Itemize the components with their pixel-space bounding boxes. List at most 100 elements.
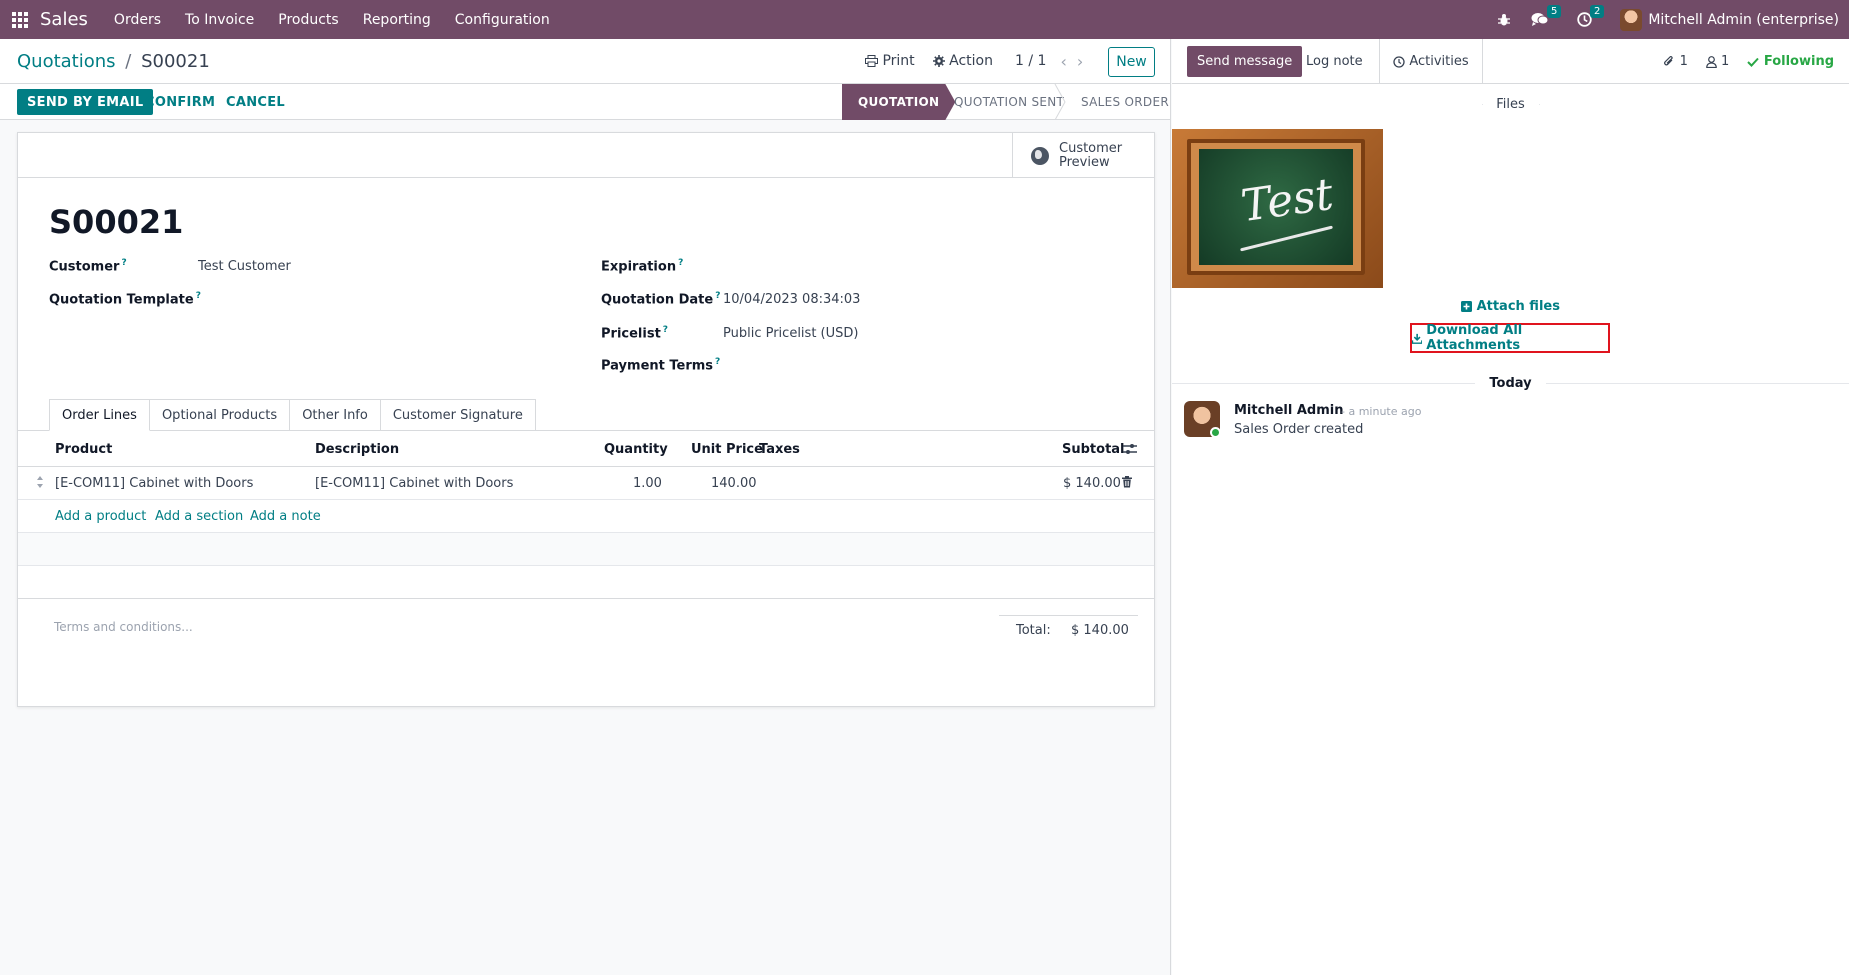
attach-files-button[interactable]: Attach files (1172, 299, 1849, 314)
expiration-field[interactable] (723, 258, 1023, 276)
terms-input[interactable]: Terms and conditions... (54, 620, 193, 634)
col-unit-price[interactable]: Unit Price (691, 442, 763, 457)
confirm-button[interactable]: CONFIRM (145, 89, 215, 115)
apps-menu-icon[interactable] (0, 0, 40, 39)
activities-button[interactable]: Activities (1379, 39, 1483, 84)
add-section-link[interactable]: Add a section (155, 509, 243, 524)
col-quantity[interactable]: Quantity (604, 442, 668, 457)
send-message-button[interactable]: Send message (1187, 46, 1303, 77)
tab-customer-signature[interactable]: Customer Signature (380, 399, 536, 431)
breadcrumb-separator: / (125, 50, 132, 72)
col-description[interactable]: Description (315, 442, 399, 457)
attachments-counter[interactable]: 1 (1663, 54, 1688, 69)
pricelist-field[interactable]: Public Pricelist (USD) (723, 326, 858, 341)
clock-icon (1393, 55, 1405, 68)
files-header: Files (1172, 94, 1849, 114)
quotation-template-field[interactable] (198, 291, 498, 309)
help-icon[interactable]: ? (678, 258, 683, 268)
chalkboard-text: Test (1237, 168, 1337, 233)
print-icon (865, 55, 878, 67)
add-product-link[interactable]: Add a product (55, 509, 146, 524)
activities-clock-icon[interactable]: 2 (1577, 5, 1605, 27)
col-taxes[interactable]: Taxes (759, 442, 800, 457)
menu-orders[interactable]: Orders (114, 12, 161, 28)
action-button[interactable]: Action (932, 53, 993, 69)
attachment-thumbnail[interactable]: Test (1172, 129, 1383, 288)
message-author[interactable]: Mitchell Admin (1234, 403, 1343, 418)
chatter-topbar: Send message Log note Activities 1 1 Fol… (1172, 39, 1849, 84)
paperclip-icon (1664, 56, 1674, 66)
button-box: Customer Preview (18, 133, 1154, 178)
breadcrumb: Quotations / S00021 (17, 51, 210, 72)
customer-preview-button[interactable]: Customer Preview (1012, 133, 1154, 178)
messages-icon[interactable]: 5 (1531, 5, 1562, 27)
online-status-icon (1210, 427, 1221, 438)
table-row[interactable]: [E-COM11] Cabinet with Doors [E-COM11] C… (18, 467, 1154, 500)
footer-divider (18, 598, 1154, 599)
col-subtotal[interactable]: Subtotal (1062, 442, 1125, 457)
pager: 1 / 1 ‹ › (1015, 52, 1083, 71)
cancel-button[interactable]: CANCEL (226, 89, 285, 115)
app-name[interactable]: Sales (40, 9, 88, 30)
help-icon[interactable]: ? (121, 258, 126, 268)
quotation-date-field[interactable]: 10/04/2023 08:34:03 (723, 292, 860, 307)
help-icon[interactable]: ? (715, 291, 720, 301)
help-icon[interactable]: ? (663, 325, 668, 335)
menu-configuration[interactable]: Configuration (455, 12, 550, 28)
followers-counter[interactable]: 1 (1706, 54, 1729, 69)
tab-order-lines[interactable]: Order Lines (49, 399, 150, 431)
activities-label: Activities (1409, 54, 1469, 69)
breadcrumb-current: S00021 (141, 50, 210, 72)
chevron-right-icon[interactable]: › (1077, 52, 1083, 71)
optional-columns-icon[interactable] (1123, 443, 1137, 455)
attachments-count: 1 (1679, 54, 1688, 69)
order-lines-header: Product Description Quantity Unit Price … (18, 432, 1154, 467)
stage-sales-order[interactable]: SALES ORDER (1081, 84, 1169, 120)
trash-icon[interactable] (1122, 476, 1132, 488)
chevron-left-icon[interactable]: ‹ (1060, 52, 1066, 71)
tab-other-info[interactable]: Other Info (290, 399, 381, 431)
new-button[interactable]: New (1108, 47, 1155, 77)
download-all-attachments-button[interactable]: Download All Attachments (1410, 323, 1610, 353)
customer-field[interactable]: Test Customer (198, 259, 291, 274)
menu-reporting[interactable]: Reporting (363, 12, 431, 28)
send-by-email-button[interactable]: SEND BY EMAIL (17, 89, 154, 115)
total-divider (999, 615, 1138, 616)
plus-square-icon (1461, 301, 1473, 312)
row-quantity[interactable]: 1.00 (633, 476, 662, 491)
stage-quotation[interactable]: QUOTATION (842, 84, 955, 120)
user-menu[interactable]: Mitchell Admin (enterprise) (1620, 8, 1839, 31)
payment-terms-field[interactable] (723, 357, 1023, 375)
quotation-date-label: Quotation Date? (601, 291, 721, 308)
row-unit-price[interactable]: 140.00 (711, 476, 757, 491)
menu-products[interactable]: Products (278, 12, 338, 28)
record-title: S00021 (49, 203, 184, 241)
stage-separator (1054, 84, 1066, 120)
form-sheet: Customer Preview S00021 Customer? Test C… (17, 132, 1155, 707)
col-product[interactable]: Product (55, 442, 112, 457)
bug-icon[interactable] (1497, 13, 1511, 27)
row-product[interactable]: [E-COM11] Cabinet with Doors (55, 476, 253, 491)
drag-handle-icon[interactable] (36, 475, 44, 489)
log-note-button[interactable]: Log note (1296, 46, 1373, 77)
empty-row (18, 533, 1154, 566)
followers-count: 1 (1721, 54, 1730, 69)
chatter-message: Mitchell Admin - a minute ago Sales Orde… (1184, 401, 1824, 451)
customer-label: Customer? (49, 258, 127, 275)
tab-optional-products[interactable]: Optional Products (149, 399, 291, 431)
payment-terms-label: Payment Terms? (601, 357, 721, 374)
help-icon[interactable]: ? (715, 357, 720, 367)
add-note-link[interactable]: Add a note (250, 509, 321, 524)
attach-files-label: Attach files (1476, 299, 1560, 314)
following-button[interactable]: Following (1747, 54, 1834, 69)
pager-value[interactable]: 1 / 1 (1015, 53, 1046, 69)
menu-to-invoice[interactable]: To Invoice (185, 12, 254, 28)
row-description[interactable]: [E-COM11] Cabinet with Doors (315, 476, 513, 491)
stage-quotation-sent[interactable]: QUOTATION SENT (954, 84, 1064, 120)
breadcrumb-quotations[interactable]: Quotations (17, 51, 116, 72)
top-navbar: Sales Orders To Invoice Products Reporti… (0, 0, 1849, 39)
print-button[interactable]: Print (865, 53, 915, 69)
following-label: Following (1763, 54, 1834, 69)
empty-row (18, 566, 1154, 599)
download-icon (1412, 333, 1423, 344)
